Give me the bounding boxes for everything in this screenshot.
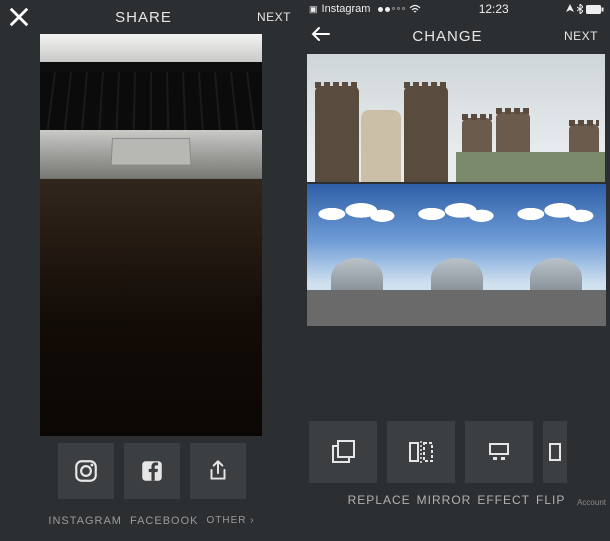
carrier-box-icon: ▣ [309,4,318,15]
replace-icon [329,438,357,466]
back-button[interactable] [311,26,331,47]
battery-icon [586,5,604,14]
mirror-button[interactable] [387,421,455,483]
share-labels-row: INSTAGRAM FACEBOOK OTHER › [0,515,303,527]
photo-thumb-5[interactable] [506,184,606,326]
change-header: CHANGE NEXT [303,18,610,54]
change-screen: ▣ Instagram 12:23 CHANGE NEXT [303,0,610,541]
share-screen: SHARE NEXT I [0,0,303,541]
next-button-right[interactable]: NEXT [564,29,602,43]
facebook-label: FACEBOOK [130,515,199,527]
facebook-share-button[interactable] [124,443,180,499]
location-icon [566,4,574,14]
account-label: Account [577,498,606,507]
other-share-button[interactable] [190,443,246,499]
carrier-name: Instagram [322,3,371,15]
flip-icon [543,438,567,466]
photo-thumb-2[interactable] [456,54,605,182]
replace-button[interactable] [309,421,377,483]
close-button[interactable] [8,6,30,28]
wifi-icon [409,4,421,14]
signal-dots-icon [378,7,405,12]
instagram-share-button[interactable] [58,443,114,499]
change-title: CHANGE [331,28,564,45]
instagram-label: INSTAGRAM [48,515,122,527]
flip-label: FLIP [536,493,565,507]
effect-button[interactable] [465,421,533,483]
tools-labels-row: REPLACE MIRROR EFFECT FLIP [303,493,610,507]
flip-button[interactable] [543,421,567,483]
status-bar: ▣ Instagram 12:23 [303,0,610,18]
effect-label: EFFECT [477,493,530,507]
mirror-icon [407,438,435,466]
instagram-icon [73,458,99,484]
photo-grid [303,54,610,326]
other-label: OTHER › [207,515,255,527]
share-preview-image [40,34,262,436]
photo-thumb-3[interactable] [307,184,407,326]
carrier-indicator: ▣ Instagram [309,3,421,15]
replace-label: REPLACE [348,493,411,507]
back-arrow-icon [311,26,331,42]
status-right-icons [566,4,604,14]
effect-icon [485,438,513,466]
status-time: 12:23 [421,2,566,16]
share-header: SHARE NEXT [0,0,303,34]
photo-thumb-1[interactable] [307,54,456,182]
close-icon [8,6,30,28]
share-buttons-row [0,443,303,499]
facebook-icon [139,458,165,484]
photo-thumb-4[interactable] [407,184,507,326]
next-button-left[interactable]: NEXT [257,10,295,24]
tools-row [303,421,610,483]
mirror-label: MIRROR [417,493,472,507]
bluetooth-icon [577,4,583,14]
share-title: SHARE [30,9,257,26]
share-icon [205,458,231,484]
